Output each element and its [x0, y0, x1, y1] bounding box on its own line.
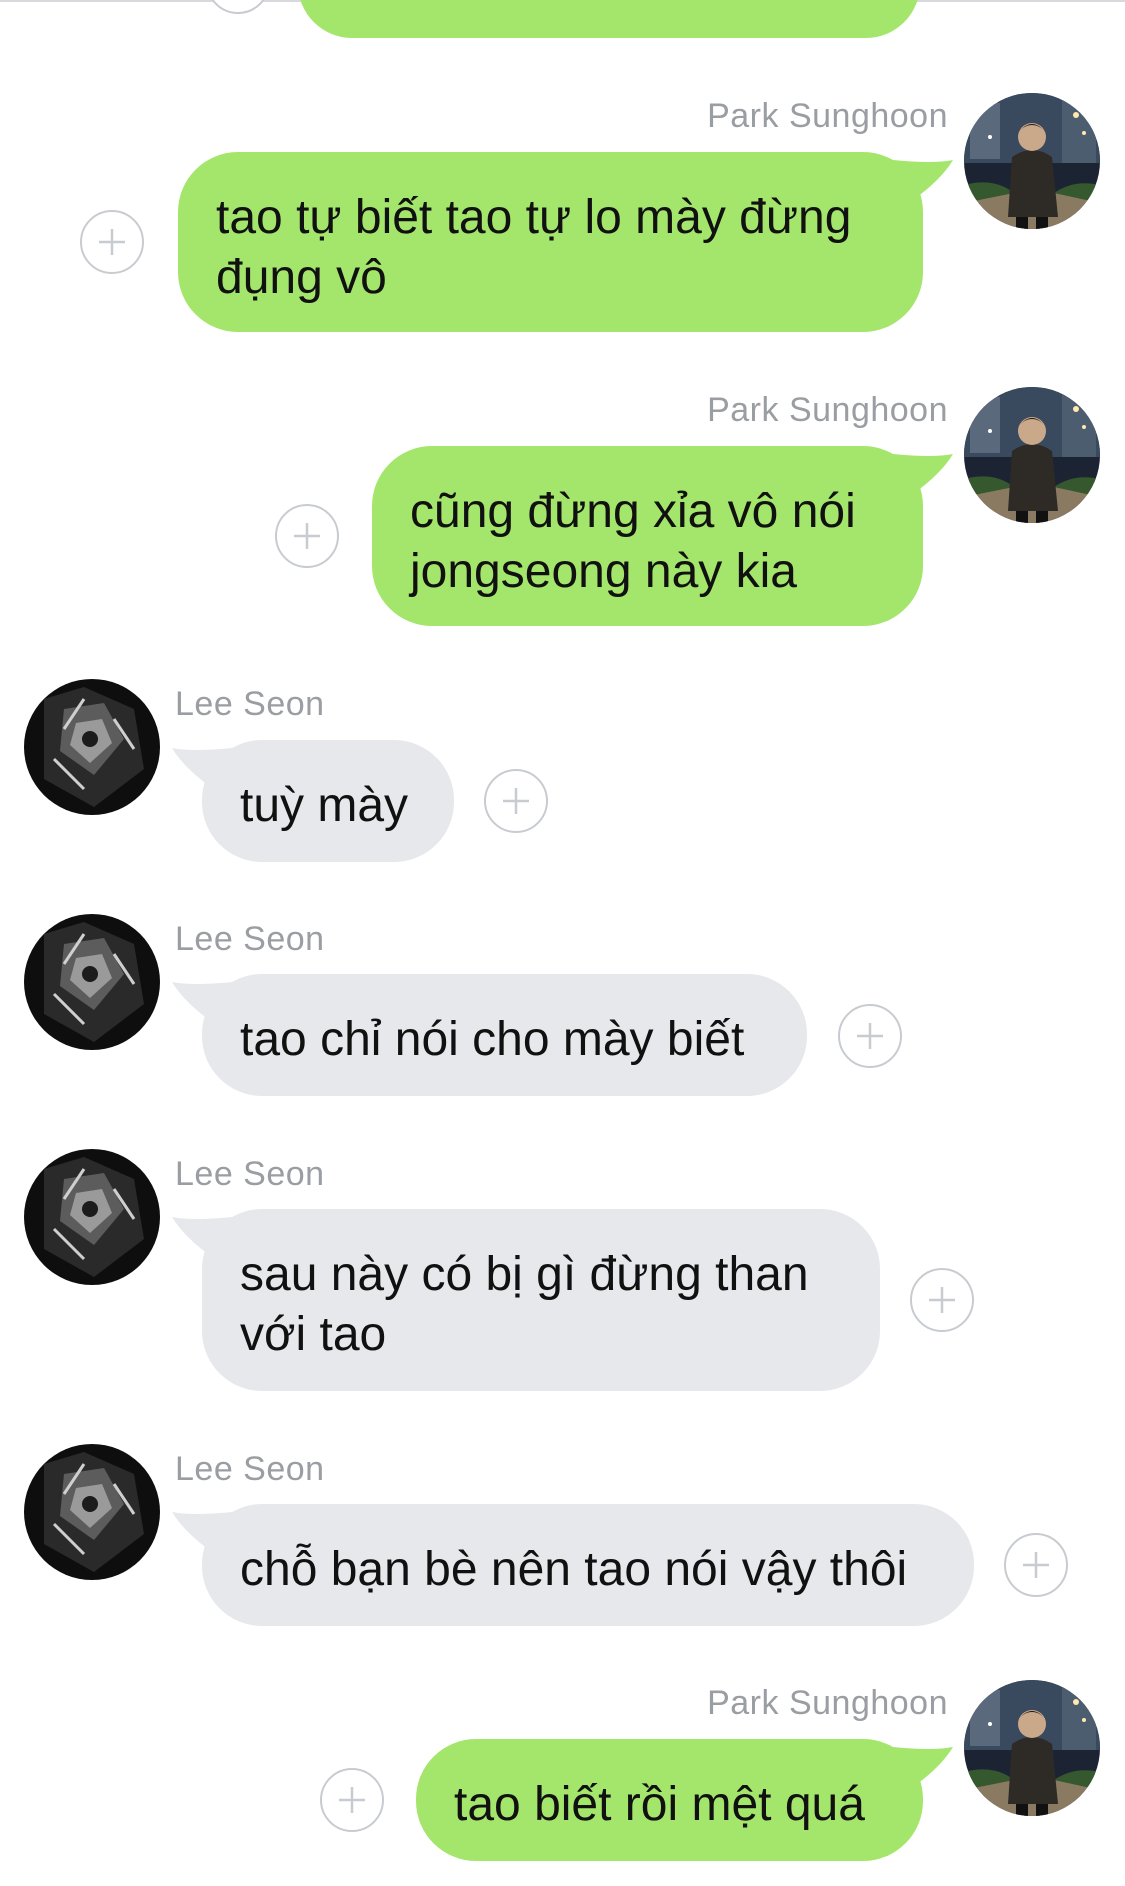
message-bubble-received[interactable]: chỗ bạn bè nên tao nói vậy thôi [172, 1504, 974, 1626]
bubble-tail [893, 1747, 953, 1787]
plus-circle-icon[interactable] [206, 0, 270, 14]
plus-circle-icon[interactable] [484, 769, 548, 833]
message-text: tao chỉ nói cho mày biết [240, 1013, 745, 1066]
avatar-lee-seon[interactable] [24, 679, 160, 815]
message-text: cũng đừng xỉa vô nói jongseong này kia [410, 485, 856, 598]
message-text: tao biết rồi mệt quá [454, 1778, 865, 1831]
message-text: chỗ bạn bè nên tao nói vậy thôi [240, 1543, 908, 1596]
message-bubble-sent[interactable]: cũng đừng xỉa vô nói jongseong này kia [372, 446, 953, 626]
plus-circle-icon[interactable] [80, 210, 144, 274]
bubble-tail [172, 1512, 232, 1552]
message-bubble-sent[interactable]: tao biết rồi mệt quá [416, 1739, 953, 1861]
sender-name: Lee Seon [175, 1155, 325, 1193]
avatar-park-sunghoon[interactable] [964, 1680, 1100, 1816]
sender-name: Lee Seon [175, 685, 325, 723]
bubble-tail [893, 454, 953, 494]
plus-circle-icon[interactable] [838, 1004, 902, 1068]
plus-circle-icon[interactable] [275, 504, 339, 568]
plus-circle-icon[interactable] [320, 1768, 384, 1832]
avatar-park-sunghoon[interactable] [964, 93, 1100, 229]
avatar-lee-seon[interactable] [24, 914, 160, 1050]
message-bubble-received[interactable]: tuỳ mày [172, 740, 454, 862]
sender-name: Lee Seon [175, 1450, 325, 1488]
plus-circle-icon[interactable] [910, 1268, 974, 1332]
sender-name: Park Sunghoon [707, 391, 948, 429]
bubble-tail [893, 160, 953, 200]
sender-name: Park Sunghoon [707, 1684, 948, 1722]
message-text: tuỳ mày [240, 779, 409, 832]
avatar-lee-seon[interactable] [24, 1444, 160, 1580]
bubble-tail [172, 1217, 232, 1257]
message-bubble-sent[interactable]: tao tự biết tao tự lo mày đừng đụng vô [178, 152, 953, 332]
bubble-tail [172, 748, 232, 788]
sender-name: Park Sunghoon [707, 97, 948, 135]
avatar-park-sunghoon[interactable] [964, 387, 1100, 523]
message-bubble-received[interactable]: tao chỉ nói cho mày biết [172, 974, 807, 1096]
sender-name: Lee Seon [175, 920, 325, 958]
message-bubble-received[interactable]: sau này có bị gì đừng than với tao [172, 1209, 880, 1391]
plus-circle-icon[interactable] [1004, 1533, 1068, 1597]
message-text: tao tự biết tao tự lo mày đừng đụng vô [216, 191, 852, 304]
bubble-tail [172, 982, 232, 1022]
avatar-lee-seon[interactable] [24, 1149, 160, 1285]
previous-sent-bubble-partial[interactable] [298, 0, 920, 38]
message-text: sau này có bị gì đừng than với tao [240, 1248, 809, 1361]
